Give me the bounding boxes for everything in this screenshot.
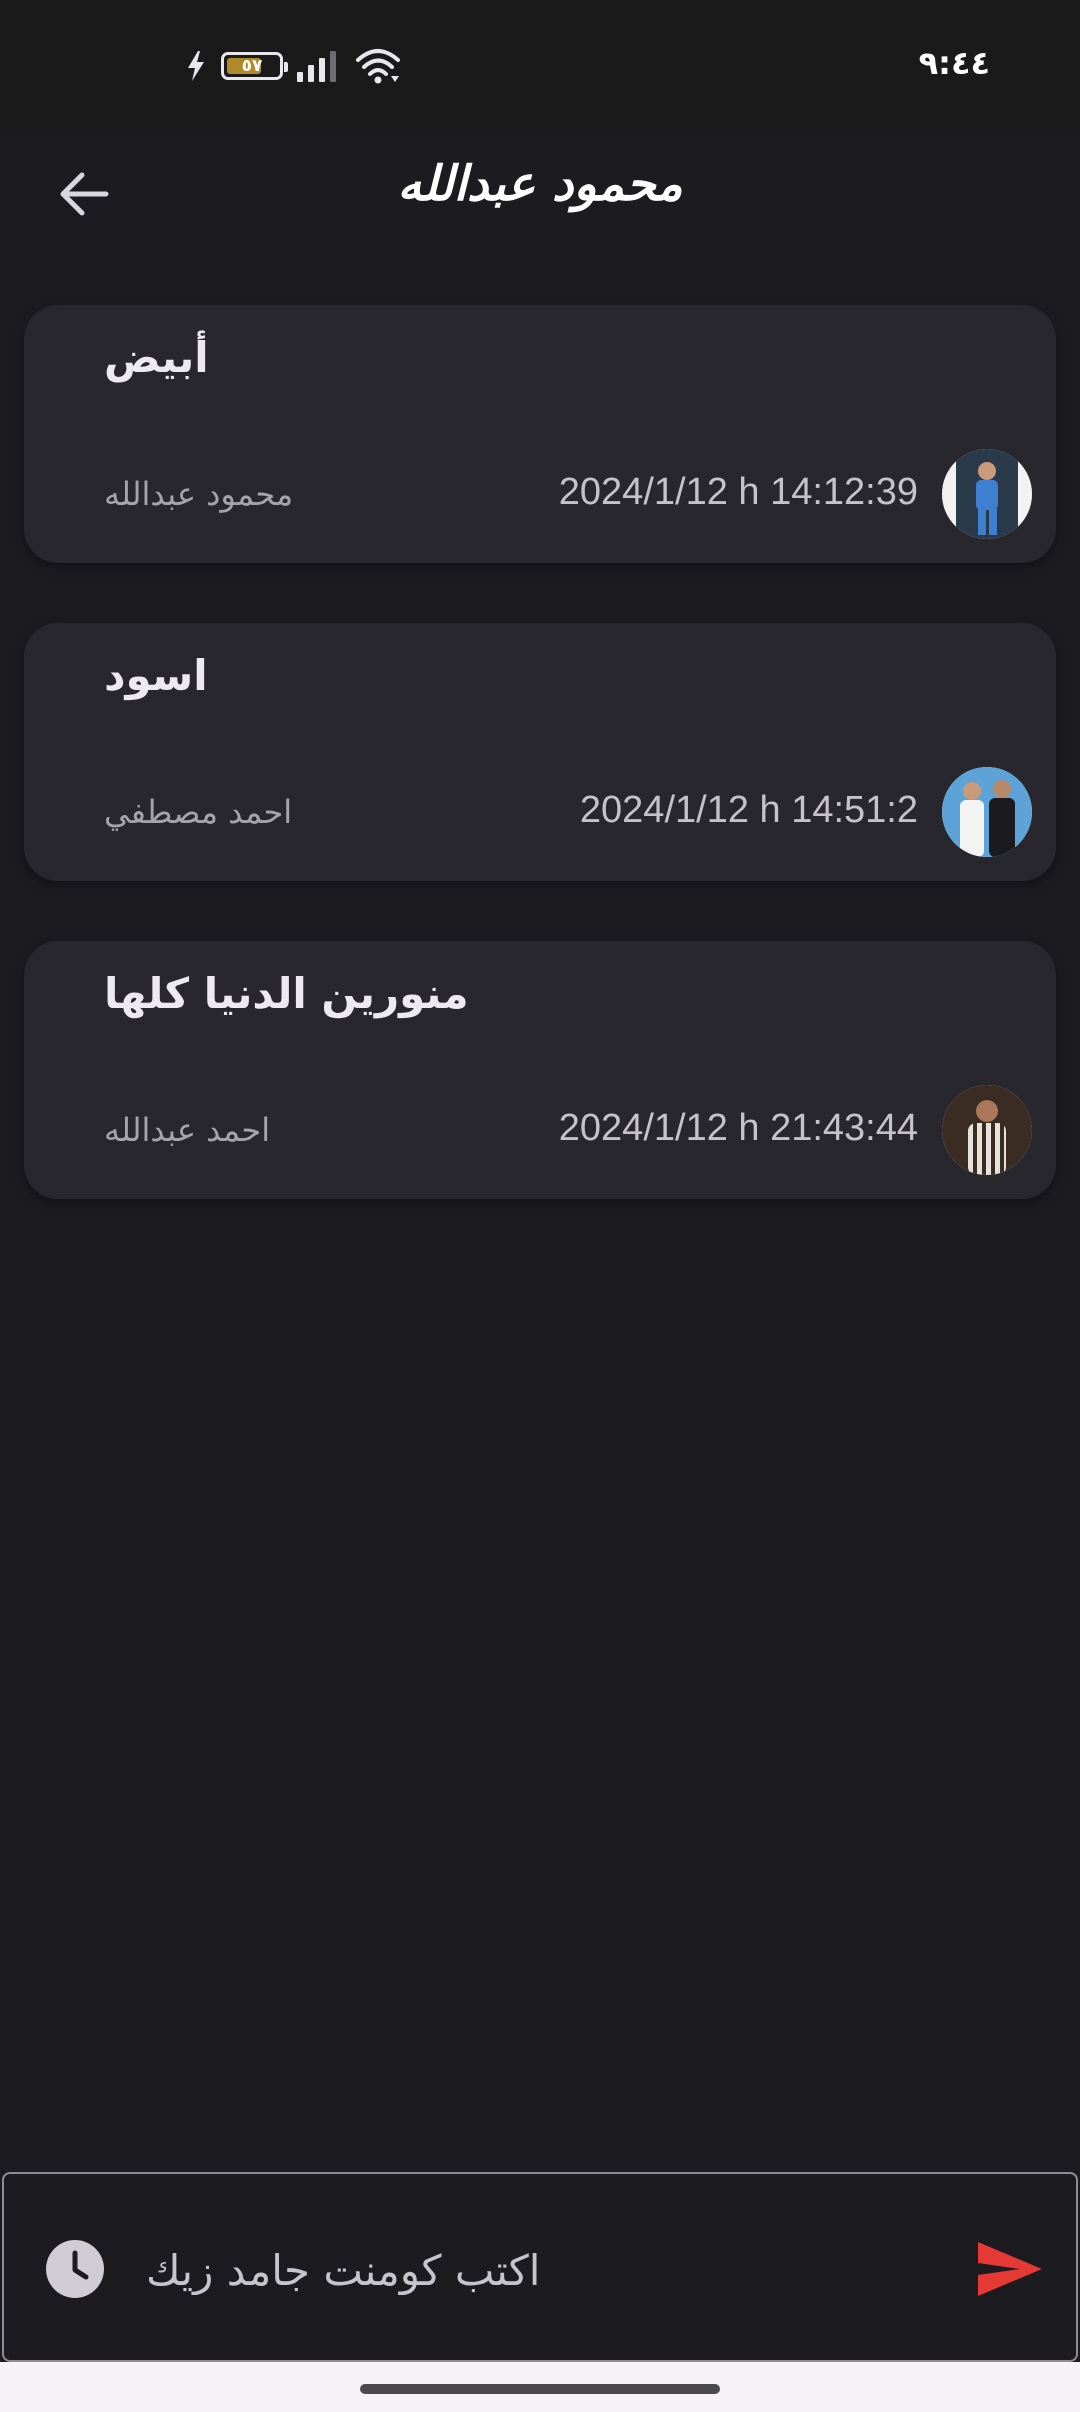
comment-card[interactable]: اسود احمد مصطفي 2024/1/12 h 14:51:2 xyxy=(24,623,1056,881)
comment-input-bar xyxy=(2,2172,1078,2362)
navigation-bar xyxy=(0,2362,1080,2412)
clock-icon xyxy=(46,2240,104,2298)
comment-card[interactable]: منورين الدنيا كلها احمد عبدالله 2024/1/1… xyxy=(24,941,1056,1199)
comment-author: محمود عبدالله xyxy=(104,475,294,513)
comment-input[interactable] xyxy=(144,2226,938,2314)
signal-icon xyxy=(297,51,336,82)
battery-tip xyxy=(284,62,288,72)
page-title: محمود عبدالله xyxy=(397,156,683,212)
avatar-two-people[interactable] xyxy=(942,767,1032,857)
avatar-person-blue-suit[interactable] xyxy=(942,449,1032,539)
comment-text: منورين الدنيا كلها xyxy=(104,969,469,1018)
send-button[interactable] xyxy=(974,2236,1046,2302)
comment-time: 2024/1/12 h 14:12:39 xyxy=(558,471,918,513)
comment-card[interactable]: أبيض محمود عبدالله 2024/1/12 h 14:12:39 xyxy=(24,305,1056,563)
charging-bolt-icon xyxy=(188,51,204,81)
battery-indicator: ٥٧ xyxy=(221,52,288,80)
wifi-icon xyxy=(356,49,400,84)
status-bar: ٥٧ ٩:٤٤ xyxy=(0,0,1080,130)
app-bar: محمود عبدالله xyxy=(0,130,1080,250)
comments-list: أبيض محمود عبدالله 2024/1/12 h 14:12:39 … xyxy=(24,305,1056,1259)
avatar-people-icon xyxy=(942,767,1032,857)
battery-level: ٥٧ xyxy=(241,56,263,76)
comment-text: أبيض xyxy=(104,333,209,382)
comment-time: 2024/1/12 h 14:51:2 xyxy=(579,789,918,831)
comment-time: 2024/1/12 h 21:43:44 xyxy=(558,1107,918,1149)
comment-text: اسود xyxy=(104,651,208,700)
comment-author: احمد عبدالله xyxy=(104,1111,271,1149)
status-icons: ٥٧ xyxy=(185,48,401,84)
comment-author: احمد مصطفي xyxy=(104,793,293,831)
clock-button[interactable] xyxy=(44,2238,106,2300)
comments-screen: ٥٧ ٩:٤٤ محمود عبدالله أبيض محمود عبدالله… xyxy=(0,0,1080,2412)
avatar-person-striped-shirt[interactable] xyxy=(942,1085,1032,1175)
home-indicator[interactable] xyxy=(360,2384,720,2394)
avatar-person-icon xyxy=(942,449,1032,539)
send-icon xyxy=(978,2242,1042,2296)
status-time: ٩:٤٤ xyxy=(918,44,990,82)
avatar-person-icon xyxy=(942,1085,1032,1175)
